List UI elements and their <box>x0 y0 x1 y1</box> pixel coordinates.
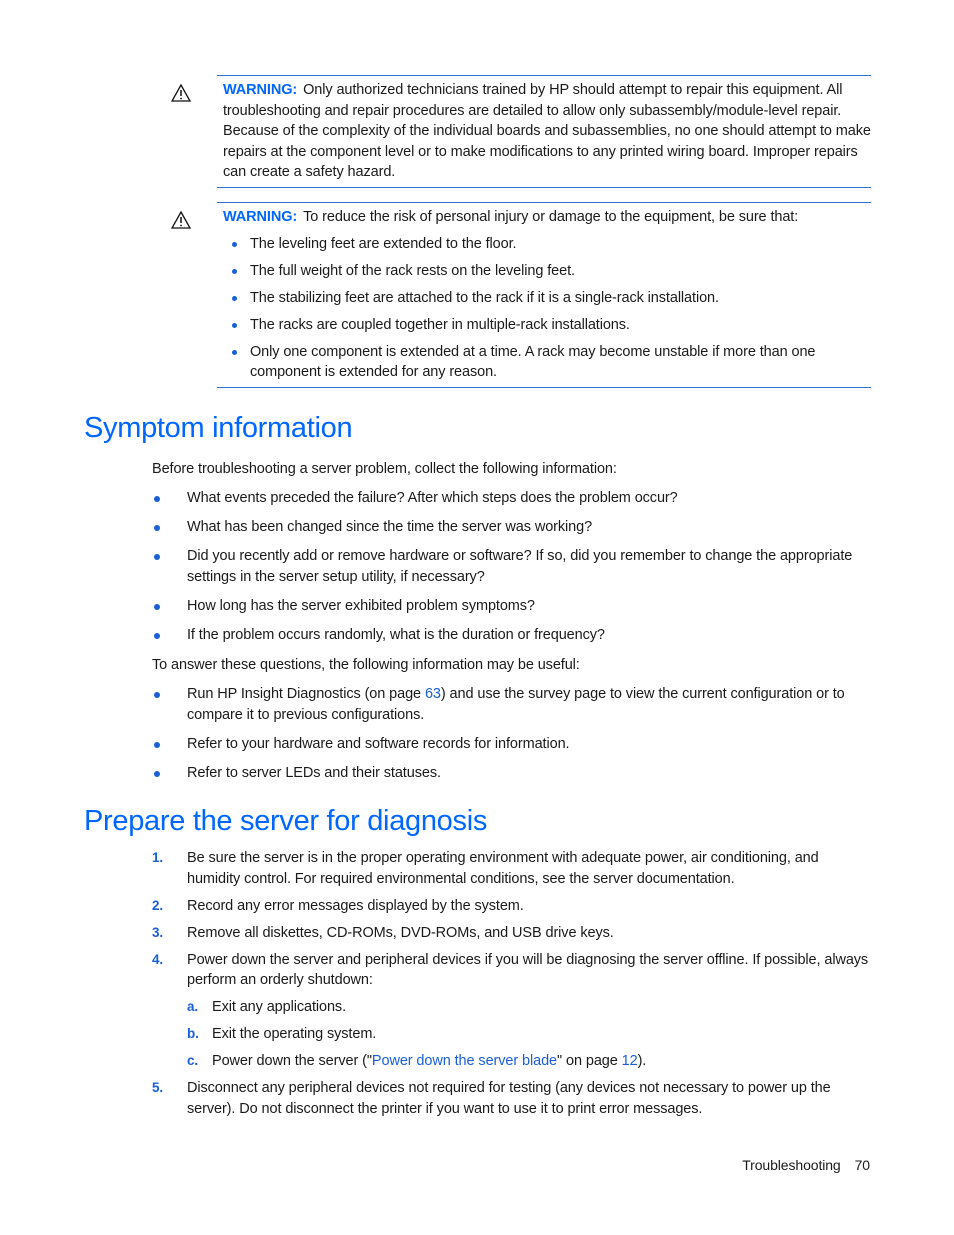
substeps: a. Exit any applications. b. Exit the oper… <box>187 997 872 1072</box>
text: Run HP Insight Diagnostics (on page <box>187 686 425 702</box>
step-text: Power down the server and peripheral dev… <box>187 951 869 989</box>
warning-text: WARNING: To reduce the risk of personal i… <box>217 203 871 387</box>
list-item: The stabilizing feet are attached to the… <box>223 288 871 309</box>
substep-letter: a. <box>187 999 199 1014</box>
step-text: Disconnect any peripheral devices not re… <box>187 1080 831 1117</box>
symptom-questions: What events preceded the failure? After … <box>152 488 872 654</box>
section-title-symptom: Symptom information <box>84 412 353 444</box>
substep-text: Exit the operating system. <box>212 1026 377 1042</box>
substep-letter: c. <box>187 1053 199 1068</box>
footer-section: Troubleshooting <box>742 1157 841 1173</box>
step-text: Record any error messages displayed by t… <box>187 897 524 914</box>
list-item: How long has the server exhibited proble… <box>152 596 872 617</box>
section-title-prepare: Prepare the server for diagnosis <box>84 805 488 837</box>
page-link-63[interactable]: 63 <box>425 686 441 702</box>
list-item: What has been changed since the time the… <box>152 517 872 538</box>
warning-box-2: WARNING: To reduce the risk of personal i… <box>171 202 871 388</box>
list-item: The full weight of the rack rests on the… <box>223 261 871 282</box>
text: ). <box>637 1053 647 1069</box>
list-item: If the problem occurs randomly, what is … <box>152 625 872 646</box>
page-number: 70 <box>854 1157 870 1173</box>
step-text: Be sure the server is in the proper oper… <box>187 850 819 887</box>
warning-text: WARNING: Only authorized technicians trai… <box>217 76 871 187</box>
step-item: 2. Record any error messages displayed by… <box>152 896 872 917</box>
warning-label: WARNING: <box>223 209 298 225</box>
warning-triangle-icon <box>171 211 191 229</box>
list-item: The racks are coupled together in multip… <box>223 315 871 336</box>
step-number: 4. <box>152 951 164 967</box>
step-number: 3. <box>152 924 164 940</box>
text: Power down the server (" <box>212 1053 372 1069</box>
step-item: 4. Power down the server and peripheral d… <box>152 950 872 1072</box>
list-item: Did you recently add or remove hardware … <box>152 546 872 588</box>
substep-item: a. Exit any applications. <box>187 997 872 1018</box>
list-item: The leveling feet are extended to the fl… <box>223 234 871 255</box>
page-link-12[interactable]: 12 <box>622 1053 638 1069</box>
useful-intro: To answer these questions, the following… <box>152 657 580 673</box>
list-item: Refer to server LEDs and their statuses. <box>152 763 872 784</box>
page-footer: Troubleshooting 70 <box>742 1157 870 1173</box>
prepare-steps: 1. Be sure the server is in the proper op… <box>152 848 872 1126</box>
list-item: Refer to your hardware and software reco… <box>152 734 872 755</box>
step-number: 2. <box>152 897 164 913</box>
warning-body: To reduce the risk of personal injury or… <box>303 209 799 225</box>
step-text: Remove all diskettes, CD-ROMs, DVD-ROMs,… <box>187 924 614 941</box>
step-item: 3. Remove all diskettes, CD-ROMs, DVD-ROM… <box>152 923 872 944</box>
power-down-blade-link[interactable]: Power down the server blade <box>372 1053 557 1069</box>
warning-checklist: The leveling feet are extended to the fl… <box>223 234 871 383</box>
text: " on page <box>557 1053 622 1069</box>
step-number: 1. <box>152 850 164 865</box>
warning-triangle-icon <box>171 84 191 102</box>
list-item: Run HP Insight Diagnostics (on page 63) … <box>152 684 872 726</box>
step-item: 1. Be sure the server is in the proper op… <box>152 848 872 889</box>
list-item: What events preceded the failure? After … <box>152 488 872 509</box>
step-number: 5. <box>152 1080 164 1095</box>
list-item: Only one component is extended at a time… <box>223 342 871 383</box>
substep-item: b. Exit the operating system. <box>187 1024 872 1045</box>
substep-text: Exit any applications. <box>212 999 347 1015</box>
symptom-intro: Before troubleshooting a server problem,… <box>152 461 617 477</box>
substep-letter: b. <box>187 1026 199 1041</box>
substep-item: c. Power down the server ("Power down the… <box>187 1051 872 1072</box>
warning-body: Only authorized technicians trained by H… <box>223 82 871 180</box>
useful-info-list: Run HP Insight Diagnostics (on page 63) … <box>152 684 872 792</box>
step-item: 5. Disconnect any peripheral devices not … <box>152 1078 872 1119</box>
warning-box-1: WARNING: Only authorized technicians trai… <box>171 75 871 188</box>
warning-label: WARNING: <box>223 82 298 98</box>
